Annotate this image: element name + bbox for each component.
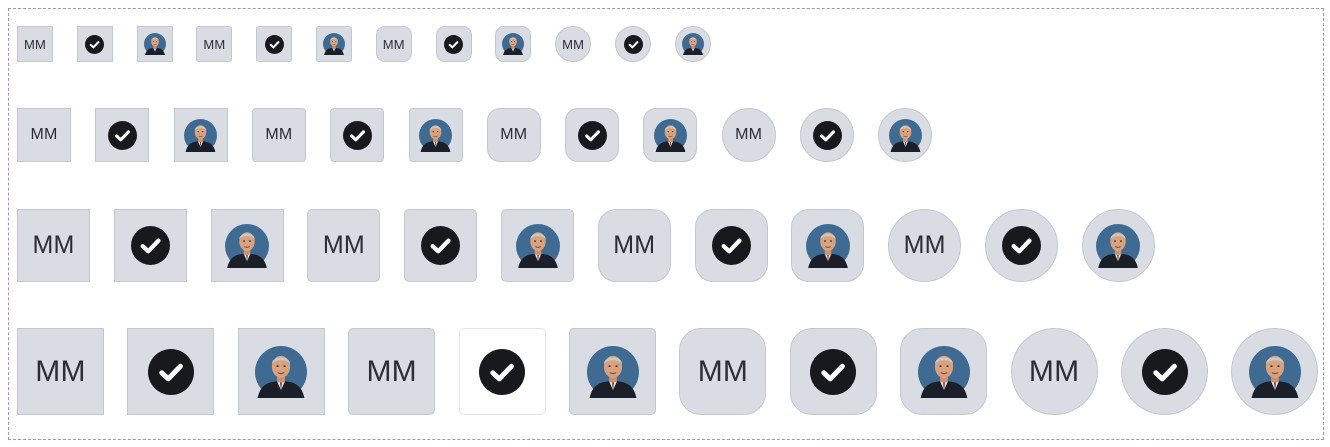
avatar-lg-circle-icon (1121, 328, 1208, 415)
avatar-lg-rounded-initials: MM (679, 328, 767, 415)
avatar-initials: MM (265, 126, 293, 143)
avatar-sm-rounded-sm-initials: MM (251, 108, 306, 162)
avatar-md-circle-photo (1081, 209, 1155, 282)
check-circle-icon (85, 34, 105, 54)
avatar-sm-square-photo (173, 108, 228, 162)
avatar-sm-square-icon (95, 108, 150, 162)
avatar-initials: MM (903, 231, 946, 259)
avatar-initials: MM (697, 354, 749, 388)
avatar-sm-circle-icon (800, 108, 854, 162)
avatar-lg-square-icon (127, 328, 215, 415)
avatar-lg-square-initials: MM (17, 328, 104, 415)
person-photo-icon (143, 33, 166, 55)
avatar-initials: MM (613, 231, 656, 259)
avatar-initials: MM (322, 231, 365, 259)
check-circle-icon (421, 226, 461, 265)
avatar-lg-rounded-sm-photo (569, 328, 656, 415)
person-photo-icon (888, 118, 922, 152)
person-photo-icon (681, 33, 704, 55)
avatar-lg-rounded-sm-icon (458, 328, 546, 415)
person-photo-icon (255, 345, 308, 398)
check-circle-icon (577, 120, 607, 150)
check-circle-icon (812, 120, 842, 150)
avatar-xs-rounded-initials: MM (375, 26, 412, 62)
avatar-md-rounded-sm-icon (404, 209, 478, 282)
avatar-sm-circle-initials: MM (721, 108, 776, 162)
avatar-xs-rounded-sm-photo (316, 26, 352, 62)
check-circle-icon (130, 226, 170, 265)
avatar-initials: MM (35, 354, 86, 388)
avatar-xs-circle-photo (674, 26, 711, 62)
avatar-sm-rounded-photo (643, 108, 698, 162)
avatar-xs-circle-initials: MM (555, 26, 592, 62)
avatar-md-circle-icon (985, 209, 1058, 282)
avatar-xs-circle-icon (615, 26, 651, 62)
avatar-xs-rounded-photo (495, 26, 532, 62)
avatar-sm-rounded-sm-icon (330, 108, 385, 162)
check-circle-icon (1141, 348, 1188, 395)
avatar-sm-circle-photo (878, 108, 933, 162)
person-photo-icon (805, 223, 850, 268)
avatar-sm-rounded-initials: MM (486, 108, 541, 162)
avatar-initials: MM (382, 36, 405, 52)
avatar-lg-circle-photo (1231, 328, 1319, 415)
person-photo-icon (1096, 223, 1141, 268)
check-circle-icon (444, 34, 464, 54)
avatar-lg-rounded-icon (789, 328, 877, 415)
avatar-initials: MM (32, 231, 75, 259)
avatar-xs-square-photo (136, 26, 173, 62)
check-circle-icon (623, 34, 643, 54)
check-circle-icon (479, 348, 526, 395)
avatar-xs-square-initials: MM (17, 26, 53, 62)
person-photo-icon (502, 33, 525, 55)
avatar-xs-rounded-sm-initials: MM (196, 26, 233, 62)
avatar-md-square-initials: MM (17, 209, 90, 282)
avatar-xs-rounded-icon (435, 26, 472, 62)
avatar-initials: MM (735, 126, 763, 143)
avatar-lg-rounded-sm-initials: MM (348, 328, 436, 415)
check-circle-icon (342, 120, 372, 150)
avatar-lg-circle-initials: MM (1010, 328, 1098, 415)
avatar-xs-square-icon (76, 26, 113, 62)
person-photo-icon (515, 223, 560, 268)
avatar-md-rounded-sm-photo (501, 209, 574, 282)
avatar-sm-rounded-icon (565, 108, 620, 162)
avatar-md-rounded-initials: MM (597, 209, 671, 282)
avatar-sm-rounded-sm-photo (408, 108, 463, 162)
person-photo-icon (586, 345, 639, 398)
person-photo-icon (323, 33, 345, 55)
check-circle-icon (147, 348, 194, 395)
check-circle-icon (1002, 226, 1041, 265)
avatar-initials: MM (30, 126, 58, 143)
person-photo-icon (1248, 345, 1301, 398)
avatar-initials: MM (500, 126, 528, 143)
avatar-md-circle-initials: MM (888, 209, 962, 282)
check-circle-icon (711, 226, 751, 265)
avatar-md-rounded-photo (791, 209, 865, 282)
avatar-md-square-photo (210, 209, 284, 282)
avatar-md-square-icon (113, 209, 187, 282)
avatar-initials: MM (366, 354, 417, 388)
person-photo-icon (917, 345, 970, 398)
avatar-xs-rounded-sm-icon (256, 26, 293, 62)
avatar-md-rounded-icon (694, 209, 768, 282)
check-circle-icon (264, 34, 284, 54)
check-circle-icon (810, 348, 857, 395)
person-photo-icon (653, 118, 687, 152)
avatar-lg-square-photo (237, 328, 325, 415)
check-circle-icon (107, 120, 137, 150)
avatar-initials: MM (23, 36, 47, 52)
avatar-lg-rounded-photo (900, 328, 988, 415)
person-photo-icon (184, 118, 218, 152)
avatar-initials: MM (562, 36, 585, 52)
avatar-initials: MM (1028, 354, 1080, 388)
avatar-sm-square-initials: MM (17, 108, 71, 162)
person-photo-icon (225, 223, 270, 268)
person-photo-icon (419, 118, 452, 152)
avatar-initials: MM (203, 36, 226, 52)
avatar-md-rounded-sm-initials: MM (307, 209, 381, 282)
